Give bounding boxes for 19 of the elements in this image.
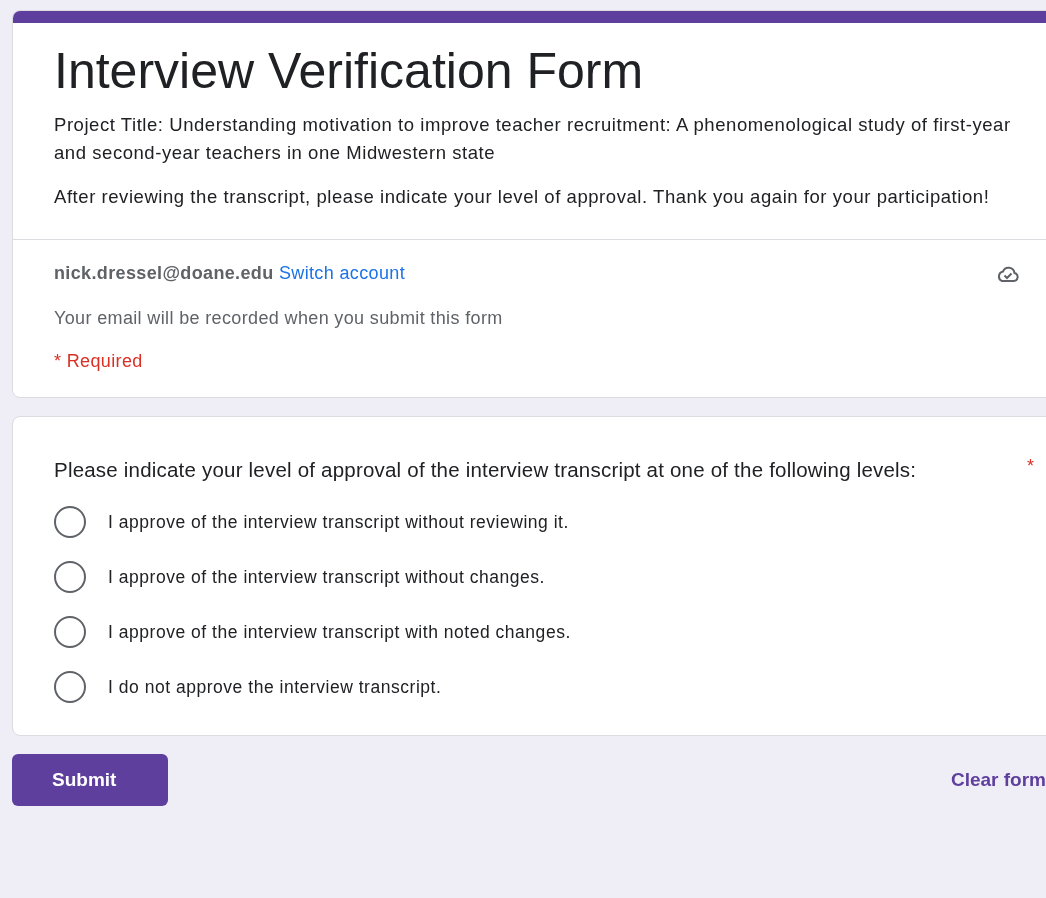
- required-note: * Required: [54, 350, 144, 373]
- radio-button[interactable]: [54, 506, 86, 538]
- radio-button[interactable]: [54, 561, 86, 593]
- radio-option[interactable]: I approve of the interview transcript with noted changes.: [54, 616, 1046, 648]
- email-notice: Your email will be recorded when you submit this form: [54, 307, 504, 330]
- radio-button[interactable]: [54, 671, 86, 703]
- clear-form-button[interactable]: Clear form: [950, 765, 1046, 795]
- account-email: nick.dressel@doane.edu: [54, 263, 274, 283]
- question-text: Please indicate your level of approval of the interview transcript at one of the following levels:: [54, 457, 918, 483]
- radio-option[interactable]: I approve of the interview transcript without reviewing it.: [54, 506, 1046, 538]
- submit-button[interactable]: Submit: [12, 754, 168, 806]
- radio-option[interactable]: I approve of the interview transcript without changes.: [54, 561, 1046, 593]
- form-description: Project Title: Understanding motivation to improve teacher recruitment: A phenomenological study of first-year and second-year teachers in one Midwestern state: [54, 113, 1012, 165]
- form-description: After reviewing the transcript, please indicate your level of approval. Thank you again for your participation!: [54, 185, 991, 209]
- switch-account-link[interactable]: Switch account: [278, 263, 406, 283]
- form-title: Interview Verification Form: [54, 42, 645, 101]
- required-mark: *: [1027, 455, 1034, 478]
- radio-button[interactable]: [54, 616, 86, 648]
- radio-option[interactable]: I do not approve the interview transcript.: [54, 671, 1046, 703]
